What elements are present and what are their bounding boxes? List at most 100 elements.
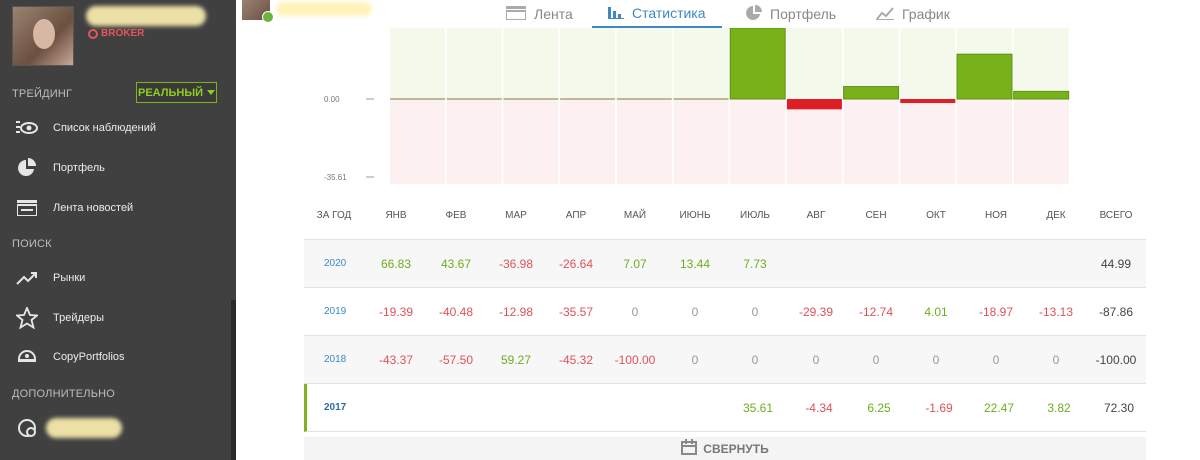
chevron-down-icon bbox=[207, 90, 215, 95]
month-return-cell: 43.67 bbox=[440, 257, 472, 271]
column-header: ЯНВ bbox=[385, 210, 407, 221]
returns-table: ЗА ГОД ЯНВ ФЕВ МАР АПР МАЙ ИЮНЬ ИЮЛЬ АВГ СЕН ОКТ НО… bbox=[304, 196, 1146, 432]
tab-label: Статистика bbox=[632, 5, 706, 21]
tab-chart[interactable]: График bbox=[876, 0, 950, 28]
account-mode-select[interactable]: РЕАЛЬНЫЙ bbox=[136, 82, 217, 103]
month-return-cell bbox=[489, 384, 549, 432]
year-link[interactable]: 2020 bbox=[324, 240, 346, 288]
chart-bar[interactable] bbox=[673, 98, 729, 100]
profile-topbar: Лента Статистика Портфель График bbox=[236, 0, 1200, 28]
chart-bar[interactable] bbox=[843, 86, 900, 100]
calendar-icon bbox=[681, 439, 698, 458]
collapse-label: СВЕРНУТЬ bbox=[703, 441, 769, 456]
chart-bar[interactable] bbox=[560, 98, 616, 100]
tab-label: Портфель bbox=[770, 6, 837, 22]
month-return-cell: 22.47 bbox=[983, 401, 1015, 415]
table-row[interactable]: 2019 -19.39 -40.48 -12.98 -35.57 0 0 0 -29.39 -12… bbox=[304, 288, 1146, 336]
bar-chart-icon bbox=[608, 5, 624, 22]
chart-band-negative bbox=[957, 99, 1012, 184]
month-return-cell: -35.57 bbox=[558, 305, 594, 319]
month-return-cell: -12.98 bbox=[498, 305, 534, 319]
chart-bar[interactable] bbox=[1013, 90, 1070, 100]
pie-chart-icon bbox=[16, 157, 38, 179]
chart-band-positive bbox=[900, 28, 956, 99]
month-return-cell: 35.61 bbox=[742, 401, 774, 415]
month-return-cell: -26.64 bbox=[558, 257, 594, 271]
tab-statistics[interactable]: Статистика bbox=[592, 0, 722, 28]
chart-bar[interactable] bbox=[616, 98, 672, 100]
chart-band-negative bbox=[673, 99, 729, 184]
year-link[interactable]: 2018 bbox=[324, 336, 346, 384]
avatar[interactable] bbox=[12, 6, 74, 66]
month-return-cell bbox=[668, 384, 728, 432]
chart-bar[interactable] bbox=[503, 98, 559, 100]
chart-bar[interactable] bbox=[786, 99, 842, 110]
chart-bar[interactable] bbox=[446, 98, 502, 100]
column-header: АВГ bbox=[806, 210, 826, 221]
month-return-cell: 0 bbox=[691, 305, 699, 319]
collapse-button[interactable]: СВЕРНУТЬ bbox=[304, 437, 1146, 460]
chart-band-negative bbox=[560, 99, 616, 184]
chart-bar[interactable] bbox=[900, 99, 956, 104]
month-return-cell bbox=[966, 240, 1026, 288]
chart-band-negative bbox=[843, 99, 899, 184]
chart-band-negative bbox=[786, 99, 842, 184]
chart-band-positive bbox=[786, 28, 842, 99]
chart-bar[interactable] bbox=[390, 98, 445, 100]
month-return-cell: 0 bbox=[691, 353, 699, 367]
sidebar-scrollbar[interactable] bbox=[231, 300, 236, 460]
month-return-cell: 0 bbox=[812, 353, 820, 367]
month-return-cell: 6.25 bbox=[867, 401, 891, 415]
feed-icon bbox=[505, 5, 527, 23]
chart-bar[interactable] bbox=[956, 53, 1013, 100]
verified-icon bbox=[262, 11, 274, 23]
table-row[interactable]: 2020 66.83 43.67 -36.98 -26.64 7.07 13.44 7.73 4… bbox=[304, 240, 1146, 288]
sidebar-item-traders[interactable]: Трейдеры bbox=[0, 300, 230, 336]
month-return-cell: 0 bbox=[631, 305, 639, 319]
chart-band-positive bbox=[1013, 28, 1069, 99]
year-link[interactable]: 2017 bbox=[324, 384, 346, 432]
month-return-cell: -43.37 bbox=[378, 353, 414, 367]
eye-icon bbox=[16, 117, 38, 139]
month-return-cell: -57.50 bbox=[438, 353, 474, 367]
sidebar-item-news-feed[interactable]: Лента новостей bbox=[0, 190, 230, 226]
sidebar-item-label: Трейдеры bbox=[53, 312, 105, 324]
table-body: 2020 66.83 43.67 -36.98 -26.64 7.07 13.44 7.73 4… bbox=[304, 240, 1146, 432]
month-return-cell: -36.98 bbox=[498, 257, 534, 271]
table-header: ЗА ГОД ЯНВ ФЕВ МАР АПР МАЙ ИЮНЬ ИЮЛЬ АВГ СЕН ОКТ НО… bbox=[304, 196, 1146, 240]
sidebar-item-watchlist[interactable]: Список наблюдений bbox=[0, 110, 230, 146]
year-total-cell: 44.99 bbox=[1100, 257, 1132, 271]
trading-section-title: ТРЕЙДИНГ bbox=[12, 88, 73, 100]
month-return-cell: 0 bbox=[751, 305, 759, 319]
tab-label: График bbox=[902, 6, 950, 22]
chart-band-negative bbox=[390, 99, 445, 184]
line-chart-icon bbox=[876, 6, 894, 23]
year-link[interactable]: 2019 bbox=[324, 288, 346, 336]
sidebar-item-portfolio[interactable]: Портфель bbox=[0, 150, 230, 186]
column-header: ИЮЛЬ bbox=[740, 210, 770, 221]
month-return-cell: 0 bbox=[751, 353, 759, 367]
chart-bar[interactable] bbox=[729, 28, 786, 100]
broker-icon bbox=[88, 28, 98, 39]
chart-background bbox=[390, 28, 1069, 184]
month-return-cell bbox=[786, 240, 846, 288]
table-row[interactable]: 2017 35.61 -4.34 6.25 -1.69 22.47 3.82 72.30 bbox=[304, 384, 1146, 432]
star-icon bbox=[16, 307, 38, 329]
tab-feed[interactable]: Лента bbox=[505, 0, 573, 28]
tab-portfolio[interactable]: Портфель bbox=[746, 0, 836, 28]
chart-band-positive bbox=[446, 28, 502, 99]
table-row[interactable]: 2018 -43.37 -57.50 59.27 -45.32 -100.00 0 0 0 0 0 0… bbox=[304, 336, 1146, 384]
sidebar-item-label: CopyPortfolios bbox=[53, 351, 125, 363]
column-header: НОЯ bbox=[984, 210, 1007, 221]
sidebar-item-copyportfolios[interactable]: CopyPortfolios bbox=[0, 339, 230, 375]
broker-badge: BROKER bbox=[88, 28, 144, 39]
sidebar-item-markets[interactable]: Рынки bbox=[0, 260, 230, 296]
month-return-cell: -13.13 bbox=[1038, 305, 1074, 319]
month-return-cell: -45.32 bbox=[558, 353, 594, 367]
year-total-cell: 72.30 bbox=[1103, 401, 1135, 415]
month-return-cell: 4.01 bbox=[924, 305, 948, 319]
column-header: МАР bbox=[505, 210, 527, 221]
month-return-cell: -29.39 bbox=[798, 305, 834, 319]
month-return-cell: 7.07 bbox=[623, 257, 647, 271]
month-return-cell: 0 bbox=[992, 353, 1000, 367]
